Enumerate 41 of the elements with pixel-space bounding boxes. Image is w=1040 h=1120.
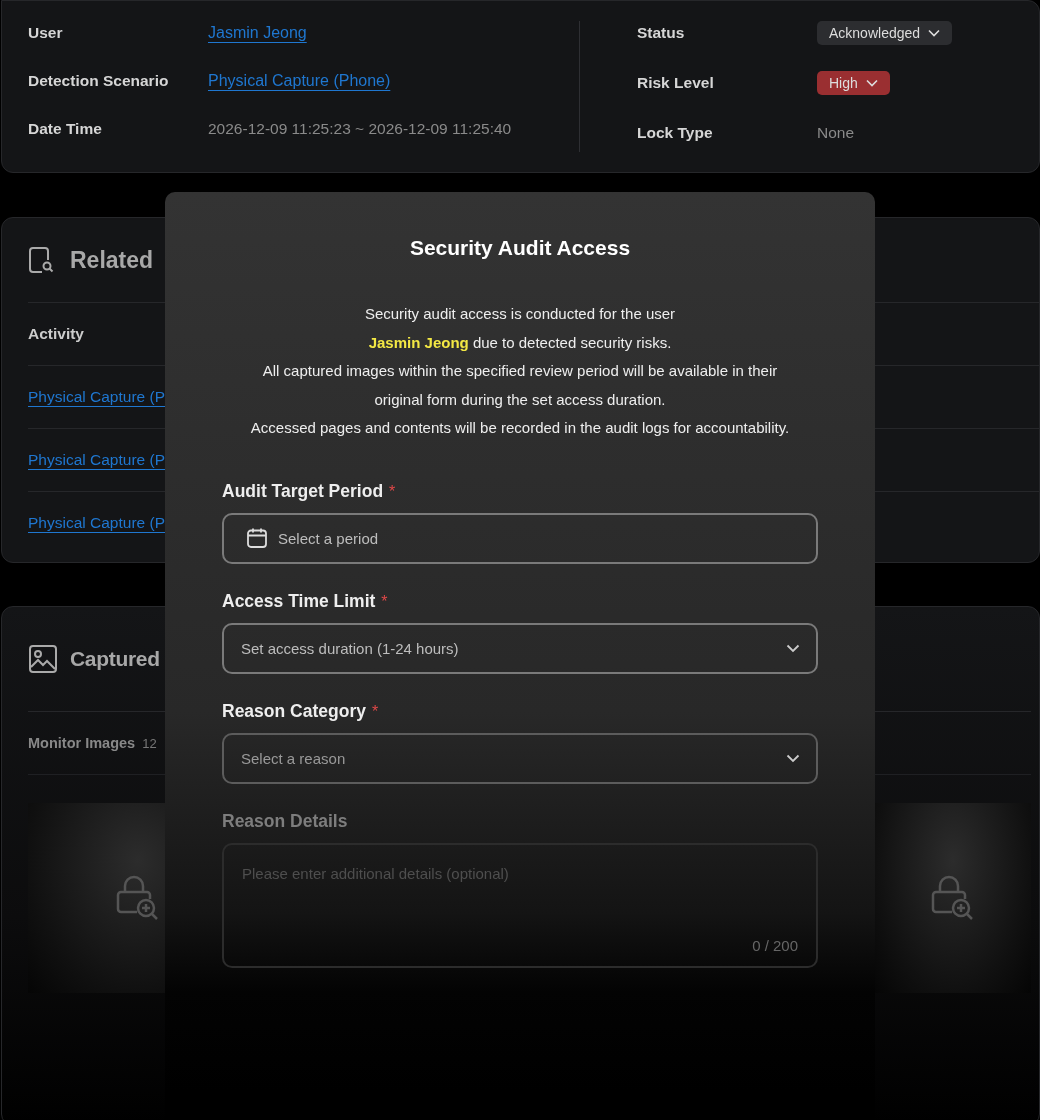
field-label: Detection Scenario [28, 71, 170, 90]
field-label: User [28, 23, 64, 42]
chevron-down-icon [786, 753, 800, 763]
image-count: 12 [142, 735, 157, 751]
column-header: Activity [28, 325, 84, 343]
field-label: Reason Details [222, 810, 348, 832]
activity-link[interactable]: Physical Capture (P [28, 514, 165, 532]
character-counter: 0 / 200 [752, 936, 798, 954]
field-label: Status [637, 23, 686, 42]
value-link[interactable]: Jasmin Jeong [208, 23, 307, 42]
period-picker-field[interactable]: Select a period [222, 512, 818, 564]
dialog-description: Security audit access is conducted for the user Jasmin Jeong due to detected security risks. All captured images within the specified review period will be available in their original form during the set access duration. Accessed pages and contents will be recorded in the audit logs for accountability. [249, 304, 791, 438]
field-label: Access Time Limit [222, 590, 376, 612]
required-mark: * [381, 592, 388, 611]
locked-image-tile[interactable] [875, 803, 1031, 993]
image-icon [28, 644, 58, 674]
field-label: Date Time [28, 119, 103, 138]
field-label: Reason Category [222, 700, 366, 722]
dialog-title: Security Audit Access [408, 236, 632, 260]
calendar-icon [246, 527, 268, 549]
required-mark: * [389, 482, 396, 501]
monitor-images-tab[interactable]: Monitor Images [28, 735, 136, 751]
field-label: Risk Level [637, 73, 715, 92]
status-dropdown[interactable]: Acknowledged [817, 20, 953, 45]
required-mark: * [371, 702, 379, 721]
activity-link[interactable]: Physical Capture (P [28, 451, 165, 469]
chevron-down-icon [786, 643, 800, 653]
status-dropdown[interactable]: High [817, 70, 890, 95]
section-title: Captured [70, 647, 160, 671]
field-value: 2026-12-09 11:25:23 ~ 2026-12-09 11:25:40 [208, 119, 512, 138]
field-label: Lock Type [637, 123, 714, 142]
chevron-down-icon [928, 28, 941, 37]
field-value: None [817, 123, 855, 142]
activity-link[interactable]: Physical Capture (P [28, 388, 165, 406]
section-title: Related [70, 246, 154, 274]
chevron-down-icon [865, 78, 878, 87]
value-link[interactable]: Physical Capture (Phone) [208, 71, 391, 90]
field-label: Audit Target Period [222, 480, 384, 502]
select-field[interactable]: Set access duration (1-24 hours) [222, 622, 818, 674]
select-field[interactable]: Select a reason [222, 732, 818, 784]
search-document-icon [28, 246, 54, 274]
